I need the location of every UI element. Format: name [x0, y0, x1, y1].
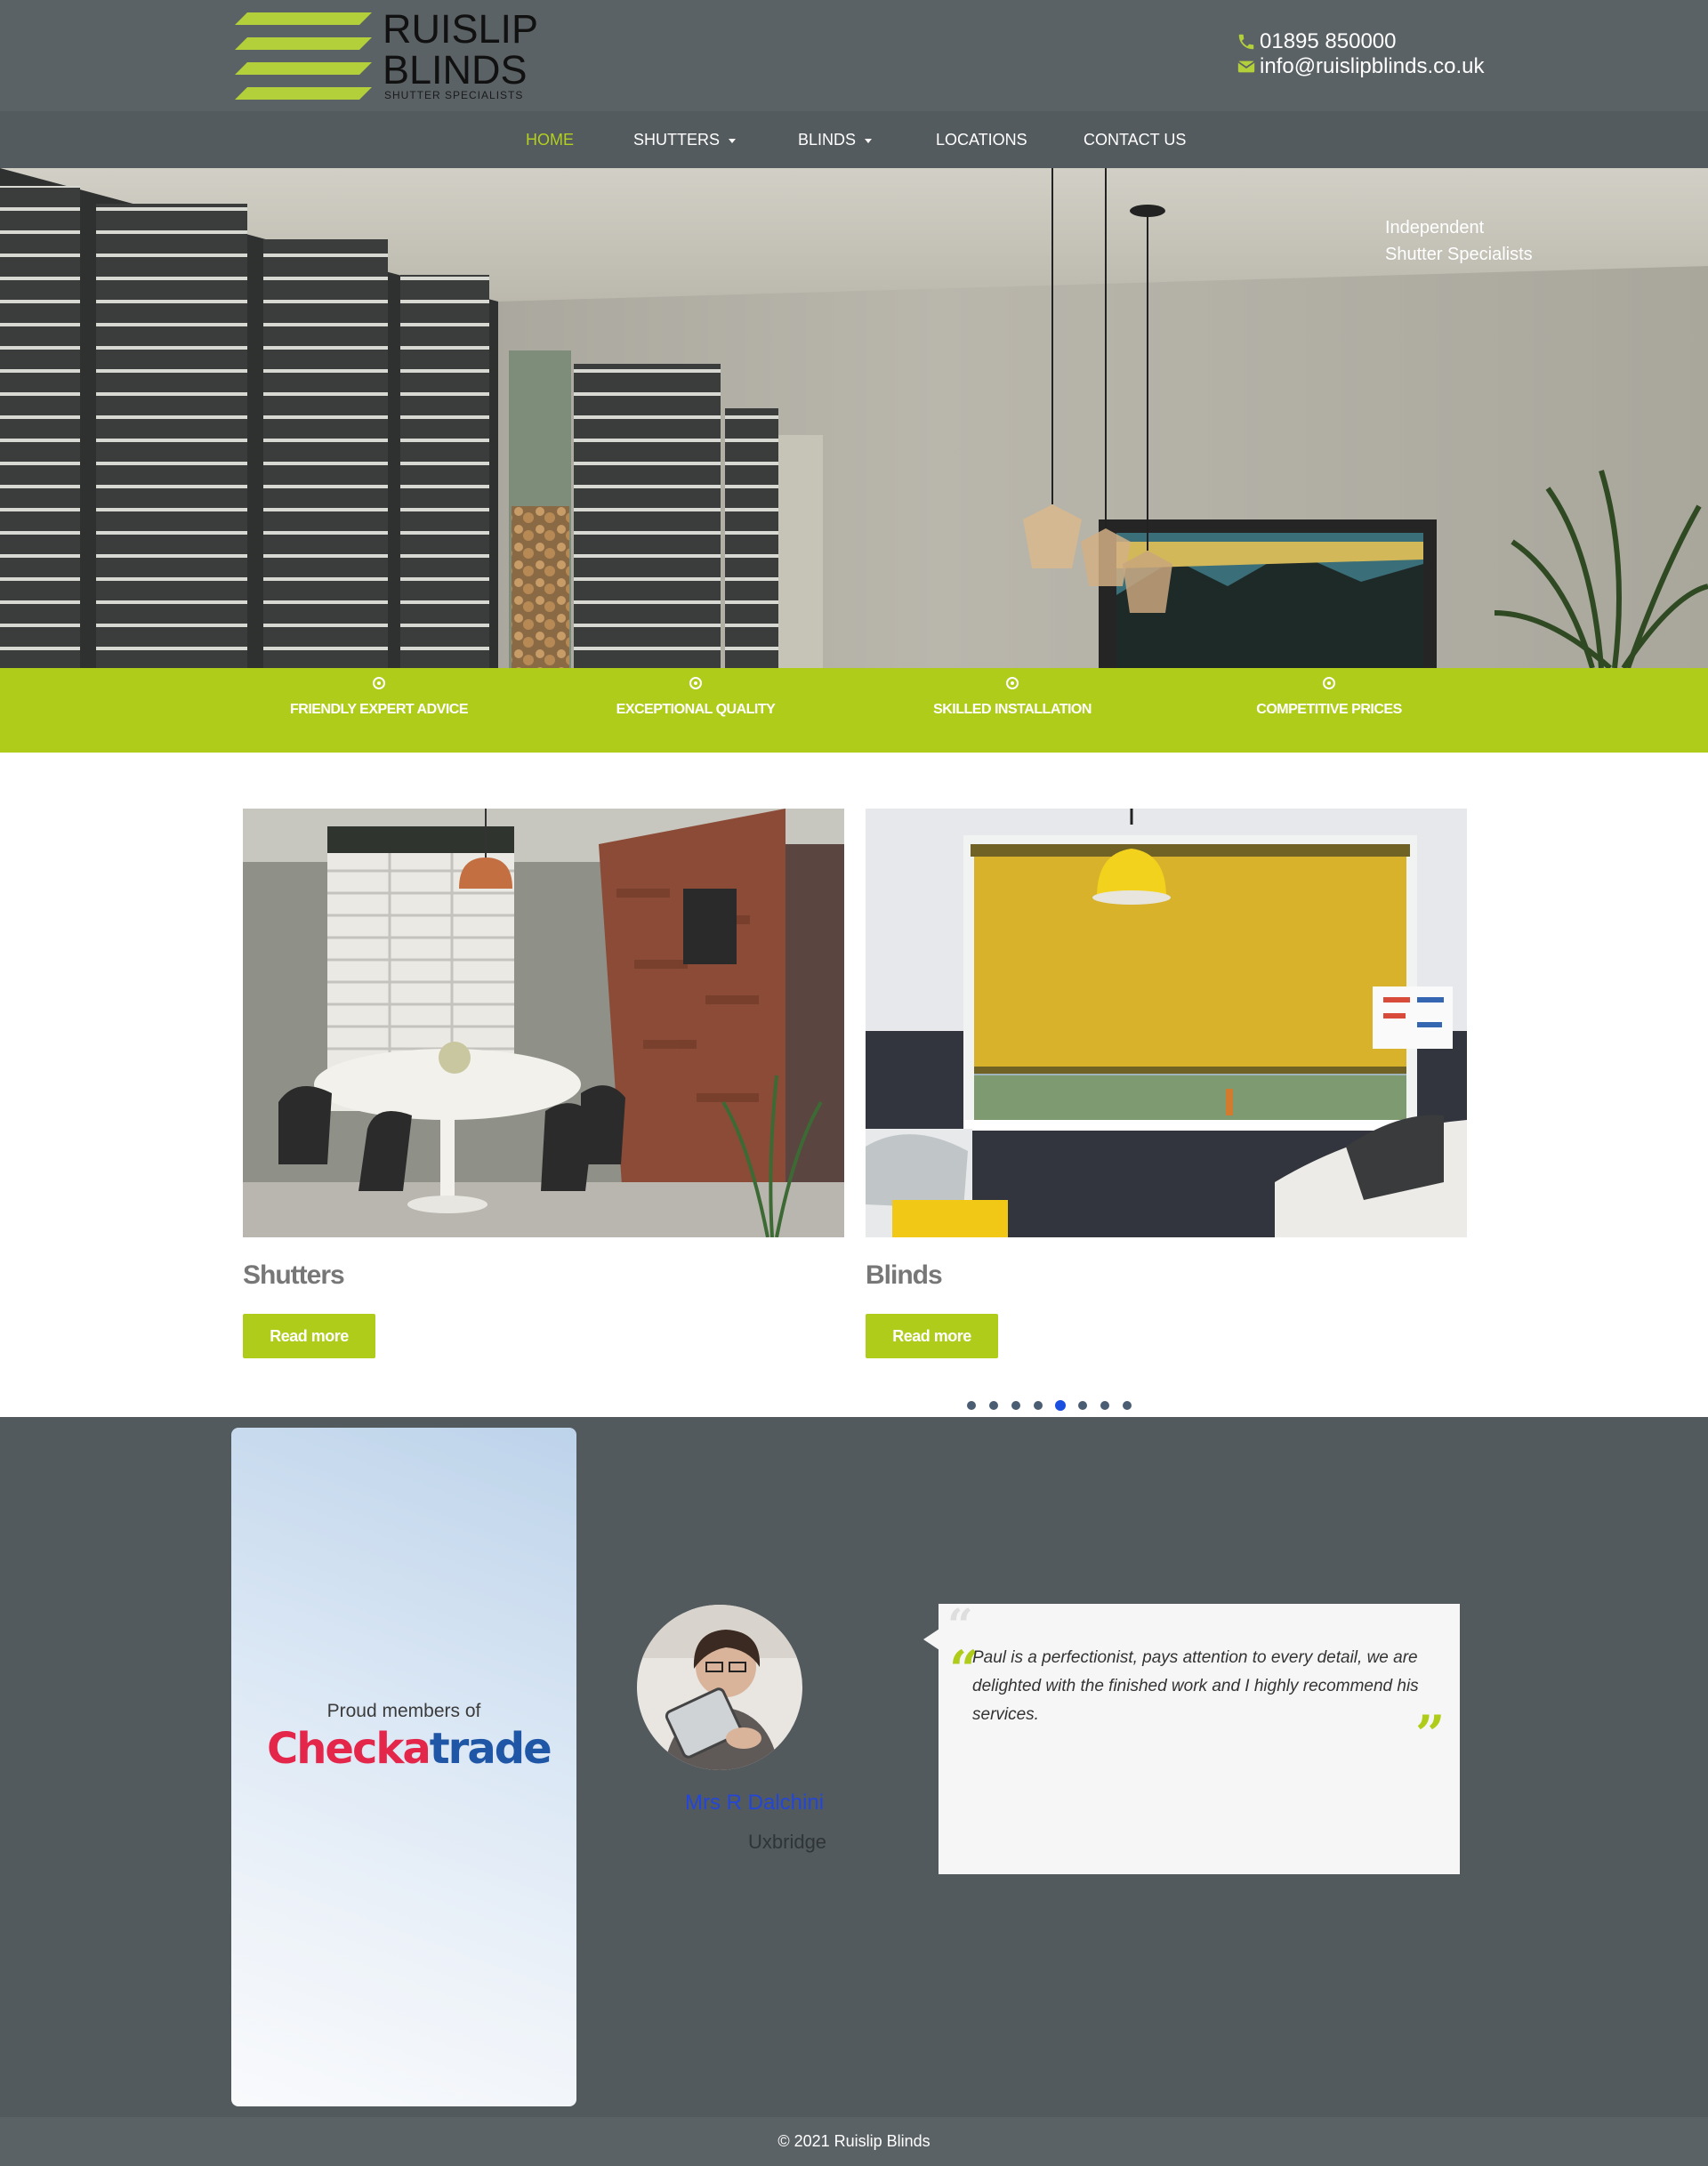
site-logo[interactable]: RUISLIP BLINDS SHUTTER SPECIALISTS: [230, 9, 538, 102]
envelope-icon: [1237, 60, 1255, 73]
slider-dot[interactable]: [1100, 1401, 1109, 1410]
testimonial-quote-box: “ “ Paul is a perfectionist, pays attent…: [939, 1598, 1460, 1874]
hero-tagline: Independent Shutter Specialists: [1385, 214, 1533, 268]
caret-down-icon: [865, 138, 873, 143]
main-navigation: HOME SHUTTERS BLINDS LOCATIONS CONTACT U…: [0, 111, 1708, 168]
caret-down-icon: [729, 138, 737, 143]
copyright-text: © 2021 Ruislip Blinds: [777, 2132, 931, 2150]
phone-number[interactable]: 01895 850000: [1260, 29, 1397, 54]
footer: © 2021 Ruislip Blinds: [0, 2117, 1708, 2166]
email-address[interactable]: info@ruislipblinds.co.uk: [1260, 54, 1484, 79]
slider-dot[interactable]: [1034, 1401, 1043, 1410]
feature-label: SKILLED INSTALLATION: [933, 702, 1092, 717]
feature-advice: FRIENDLY EXPERT ADVICE: [263, 677, 495, 718]
testimonial-quote: Paul is a perfectionist, pays attention …: [972, 1648, 1419, 1724]
testimonials-section: Proud members of Checkatrade Mrs R Dalch…: [0, 1417, 1708, 2117]
membership-intro: Proud members of: [326, 1701, 481, 1721]
hero-tagline-line-1: Independent: [1385, 218, 1485, 238]
reviewer-name: Mrs R Dalchini: [685, 1791, 825, 1815]
logo-wordmark: RUISLIP BLINDS: [383, 9, 538, 91]
reviewer-location: Uxbridge: [748, 1831, 827, 1853]
nav-item-shutters[interactable]: SHUTTERS: [633, 131, 737, 149]
product-card-shutters: Shutters Read more: [243, 809, 844, 1358]
nav-item-contact[interactable]: CONTACT US: [1084, 131, 1186, 149]
feature-label: FRIENDLY EXPERT ADVICE: [289, 702, 469, 717]
product-title-shutters: Shutters: [243, 1260, 345, 1290]
slider-dot-active[interactable]: [1055, 1400, 1066, 1411]
nav-menu: HOME SHUTTERS BLINDS LOCATIONS CONTACT U…: [0, 111, 1708, 168]
header-bar: RUISLIP BLINDS SHUTTER SPECIALISTS 01895…: [0, 0, 1708, 111]
logo-stripes-icon: [235, 12, 372, 100]
nav-item-blinds[interactable]: BLINDS: [798, 131, 873, 149]
quote-close-icon: ”: [1415, 1704, 1446, 1765]
circle-dot-icon: [689, 677, 702, 689]
circle-dot-icon: [1006, 677, 1019, 689]
phone-icon: [1238, 34, 1254, 50]
slider-dots: [967, 1400, 1132, 1411]
hero-banner: Independent Shutter Specialists: [0, 168, 1708, 668]
shutters-image[interactable]: [243, 809, 844, 1237]
checkatrade-panel[interactable]: Proud members of Checkatrade: [231, 1428, 576, 2106]
testimonial-slider-dots: [963, 1399, 1140, 1412]
circle-dot-icon: [1323, 677, 1335, 689]
phone-row[interactable]: 01895 850000: [1237, 29, 1484, 54]
logo-line-1: RUISLIP: [383, 6, 539, 52]
feature-prices: COMPETITIVE PRICES: [1213, 677, 1445, 718]
slider-dot[interactable]: [1011, 1401, 1020, 1410]
reviewer-avatar: [637, 1605, 802, 1770]
feature-quality: EXCEPTIONAL QUALITY: [580, 677, 811, 718]
contact-info: 01895 850000 info@ruislipblinds.co.uk: [1237, 29, 1484, 79]
slider-dot[interactable]: [989, 1401, 998, 1410]
email-row[interactable]: info@ruislipblinds.co.uk: [1237, 54, 1484, 79]
product-title-blinds: Blinds: [866, 1260, 943, 1290]
nav-item-label: BLINDS: [798, 131, 857, 149]
slider-dot[interactable]: [1078, 1401, 1087, 1410]
blinds-image[interactable]: [866, 809, 1467, 1237]
product-card-blinds: Blinds Read more: [866, 809, 1467, 1358]
read-more-shutters-button[interactable]: Read more: [243, 1314, 375, 1358]
nav-item-label: SHUTTERS: [633, 131, 721, 149]
logo-tagline: SHUTTER SPECIALISTS: [384, 89, 524, 101]
checkatrade-logo-part1: Checka: [267, 1724, 431, 1774]
feature-label: COMPETITIVE PRICES: [1256, 702, 1402, 717]
checkatrade-logo: Checkatrade: [267, 1724, 552, 1777]
checkatrade-logo-part2: trade: [429, 1724, 552, 1774]
nav-item-home[interactable]: HOME: [526, 131, 574, 149]
hero-tagline-line-2: Shutter Specialists: [1385, 245, 1533, 264]
circle-dot-icon: [373, 677, 385, 689]
slider-dot[interactable]: [967, 1401, 976, 1410]
logo-line-2: BLINDS: [383, 47, 528, 93]
feature-label: EXCEPTIONAL QUALITY: [616, 702, 776, 717]
read-more-blinds-button[interactable]: Read more: [866, 1314, 998, 1358]
quote-pointer: [923, 1629, 939, 1650]
nav-item-locations[interactable]: LOCATIONS: [936, 131, 1027, 149]
features-bar: FRIENDLY EXPERT ADVICE EXCEPTIONAL QUALI…: [0, 668, 1708, 753]
slider-dot[interactable]: [1123, 1401, 1132, 1410]
feature-installation: SKILLED INSTALLATION: [897, 677, 1128, 718]
